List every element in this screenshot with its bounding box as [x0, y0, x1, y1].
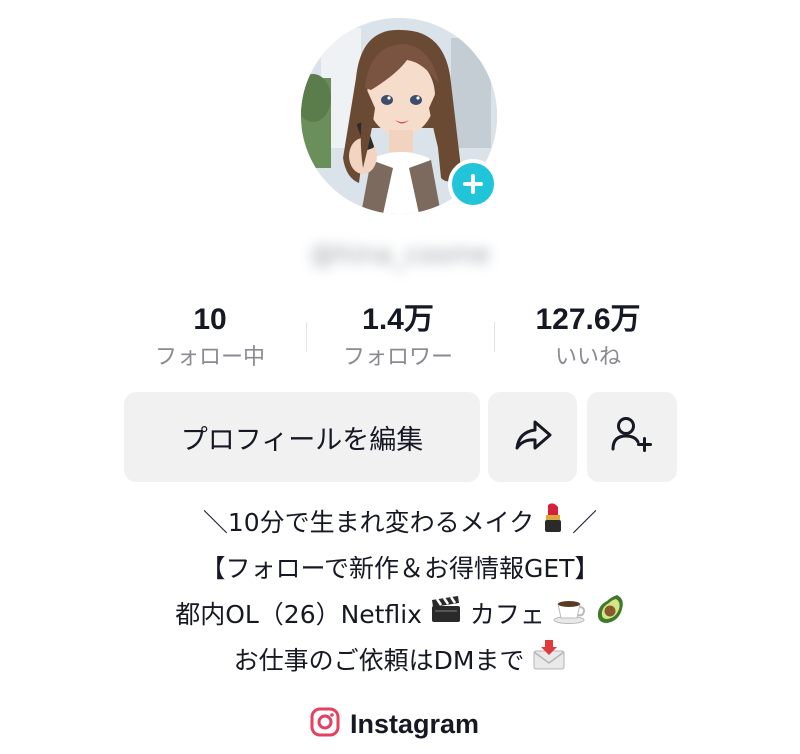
- profile-bio: ＼10分で生まれ変わるメイク ／ 【フォローで新作＆お得情報GET】 都内OL（…: [60, 500, 740, 684]
- stat-followers-value: 1.4万: [362, 303, 434, 336]
- lipstick-icon: [542, 501, 564, 548]
- stat-following[interactable]: 10 フォロー中: [120, 300, 300, 374]
- stat-following-label: フォロー中: [154, 345, 265, 370]
- coffee-icon: [553, 593, 587, 639]
- stat-followers-label: フォロワー: [342, 345, 453, 370]
- instagram-link-label: Instagram: [350, 708, 480, 739]
- username: @hina_cosme: [309, 240, 491, 270]
- edit-profile-button[interactable]: プロフィールを編集: [124, 392, 480, 482]
- profile-avatar-container[interactable]: [301, 18, 498, 214]
- add-story-plus-icon[interactable]: [448, 159, 498, 209]
- add-friend-button[interactable]: [587, 392, 677, 482]
- avocado-icon: [595, 593, 625, 640]
- bio-line-4: お仕事のご依頼はDMまで: [60, 638, 740, 684]
- bio-line-3-text: 都内OL（26）Netflix: [175, 600, 422, 629]
- stat-following-value: 10: [193, 303, 227, 336]
- stat-followers[interactable]: 1.4万 フォロワー: [308, 300, 488, 374]
- instagram-icon: [310, 707, 340, 741]
- stat-likes-label: いいね: [554, 345, 621, 370]
- clapper-board-icon: [430, 593, 462, 639]
- share-arrow-icon: [513, 418, 553, 456]
- stat-likes-value: 127.6万: [535, 303, 641, 336]
- add-friend-icon: [610, 415, 654, 459]
- stat-divider: [306, 322, 307, 352]
- share-profile-button[interactable]: [488, 392, 577, 482]
- bio-line-2: 【フォローで新作＆お得情報GET】: [200, 554, 600, 583]
- profile-stats: 10 フォロー中 1.4万 フォロワー 127.6万 いいね: [110, 300, 690, 380]
- bio-line-4-text: お仕事のご依頼はDMまで: [233, 646, 525, 675]
- bio-line-3-cafe: カフェ: [469, 600, 545, 629]
- bio-line-1-close: ／: [572, 508, 598, 537]
- stat-likes[interactable]: 127.6万 いいね: [498, 300, 678, 374]
- stat-divider: [494, 322, 495, 352]
- bio-line-3: 都内OL（26）Netflix カフェ: [60, 592, 740, 638]
- instagram-link[interactable]: Instagram: [310, 704, 479, 744]
- bio-line-1-text: ＼10分で生まれ変わるメイク: [202, 508, 535, 537]
- inbox-tray-icon: [532, 639, 566, 686]
- bio-line-1: ＼10分で生まれ変わるメイク ／: [60, 500, 740, 546]
